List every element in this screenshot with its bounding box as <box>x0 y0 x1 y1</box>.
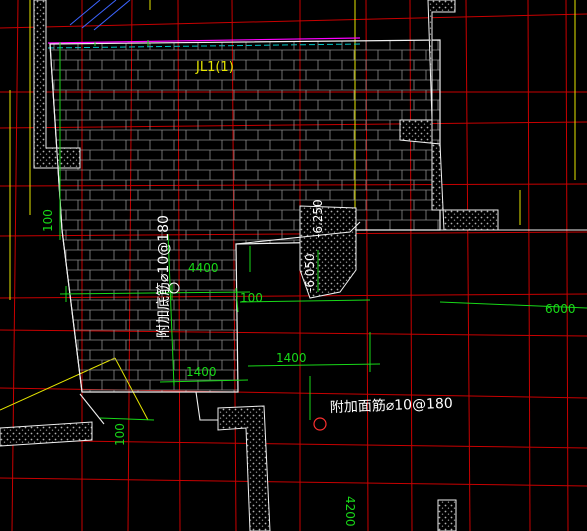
cad-drawing-canvas[interactable]: JL1(1) 附加底筋⌀10@180 附加面筋⌀10@180 100 4400 … <box>0 0 587 531</box>
rebar-marker-top[interactable] <box>313 417 327 431</box>
cad-viewport[interactable]: JL1(1) 附加底筋⌀10@180 附加面筋⌀10@180 100 4400 … <box>0 0 587 531</box>
dim-6000[interactable]: 6000 <box>545 302 576 316</box>
rebar-top-label[interactable]: 附加面筋⌀10@180 <box>330 395 453 416</box>
dim-4400[interactable]: 4400 <box>188 261 219 275</box>
elevation-6250[interactable]: -6.250 <box>311 199 325 238</box>
slab-tiled-area <box>49 39 441 393</box>
dim-100-bottom[interactable]: 100 <box>113 423 127 446</box>
dim-100-mid[interactable]: 100 <box>240 291 263 305</box>
beam-label[interactable]: JL1(1) <box>195 60 234 75</box>
rebar-bottom-label[interactable]: 附加底筋⌀10@180 <box>155 215 172 338</box>
elevation-6050[interactable]: -6.050 <box>303 253 317 292</box>
dim-1400-left[interactable]: 1400 <box>186 365 217 379</box>
dim-100-left[interactable]: 100 <box>41 209 55 232</box>
dim-1400-right[interactable]: 1400 <box>276 351 307 365</box>
dim-4200[interactable]: 4200 <box>343 496 357 527</box>
